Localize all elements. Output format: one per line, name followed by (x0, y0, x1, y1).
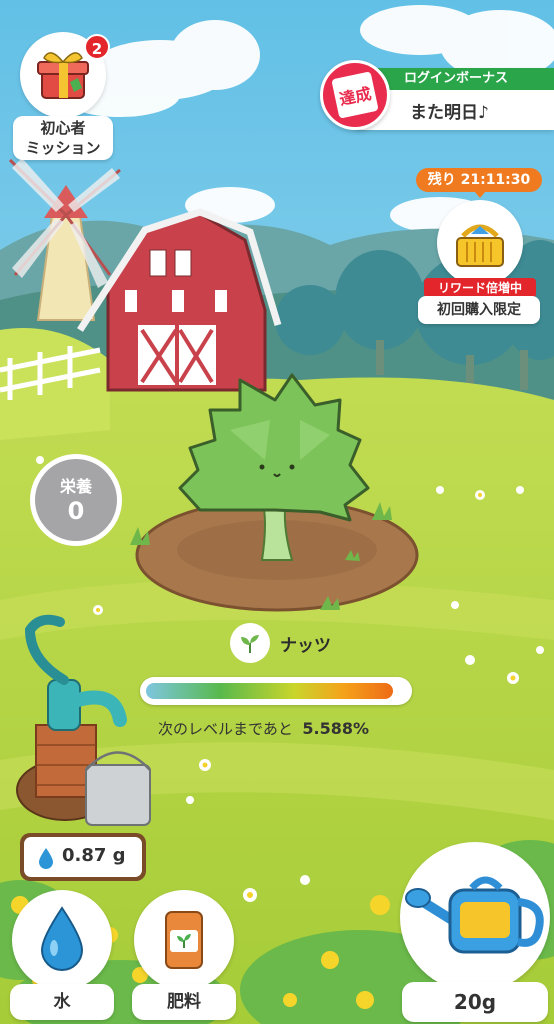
nutrition-label: 栄養 (59, 477, 92, 496)
basket-icon (456, 224, 504, 267)
level-progress-value: 5.588% (302, 719, 370, 738)
login-bonus-banner[interactable]: ログインボーナス また明日♪ 達成 (320, 60, 554, 140)
fertilizer-bag-icon (165, 911, 203, 969)
fertilizer-button[interactable] (134, 890, 234, 990)
nutrition-value: 0 (67, 497, 85, 525)
water-button-label[interactable]: 水 (10, 984, 114, 1020)
sprout-icon (230, 623, 270, 663)
water-button[interactable] (12, 890, 112, 990)
water-amount-value: 0.87 g (62, 845, 126, 866)
water-drop-icon (39, 848, 53, 869)
level-progress-text: 次のレベルまであと 5.588% (158, 718, 369, 739)
nutrition-gauge: 栄養 0 (30, 454, 122, 546)
level-progress-bar (140, 677, 412, 705)
fertilizer-button-label[interactable]: 肥料 (132, 984, 236, 1020)
watering-can-label[interactable]: 20g (402, 982, 548, 1022)
first-purchase-label[interactable]: 初回購入限定 (418, 296, 540, 324)
level-progress-fill (146, 683, 393, 699)
mission-label-line2: ミッション (25, 139, 101, 157)
mission-label[interactable]: 初心者 ミッション (13, 116, 113, 160)
water-amount-display: 0.87 g (20, 833, 146, 881)
watering-can-button[interactable] (400, 842, 550, 992)
mission-notification-badge: 2 (84, 34, 110, 60)
offer-countdown-pointer (474, 191, 486, 198)
reward-doubled-tag: リワード倍増中 (424, 278, 536, 298)
water-drop-icon (40, 906, 84, 971)
watering-can-icon (405, 876, 544, 954)
mission-label-line1: 初心者 (40, 119, 86, 137)
level-progress-prefix: 次のレベルまであと (158, 720, 293, 738)
achieved-stamp-icon: 達成 (320, 60, 390, 130)
shop-button[interactable] (437, 200, 523, 286)
plant-name: ナッツ (280, 636, 331, 656)
login-bonus-subtitle: また明日♪ (410, 103, 489, 123)
offer-countdown: 残り 21:11:30 (416, 168, 542, 192)
